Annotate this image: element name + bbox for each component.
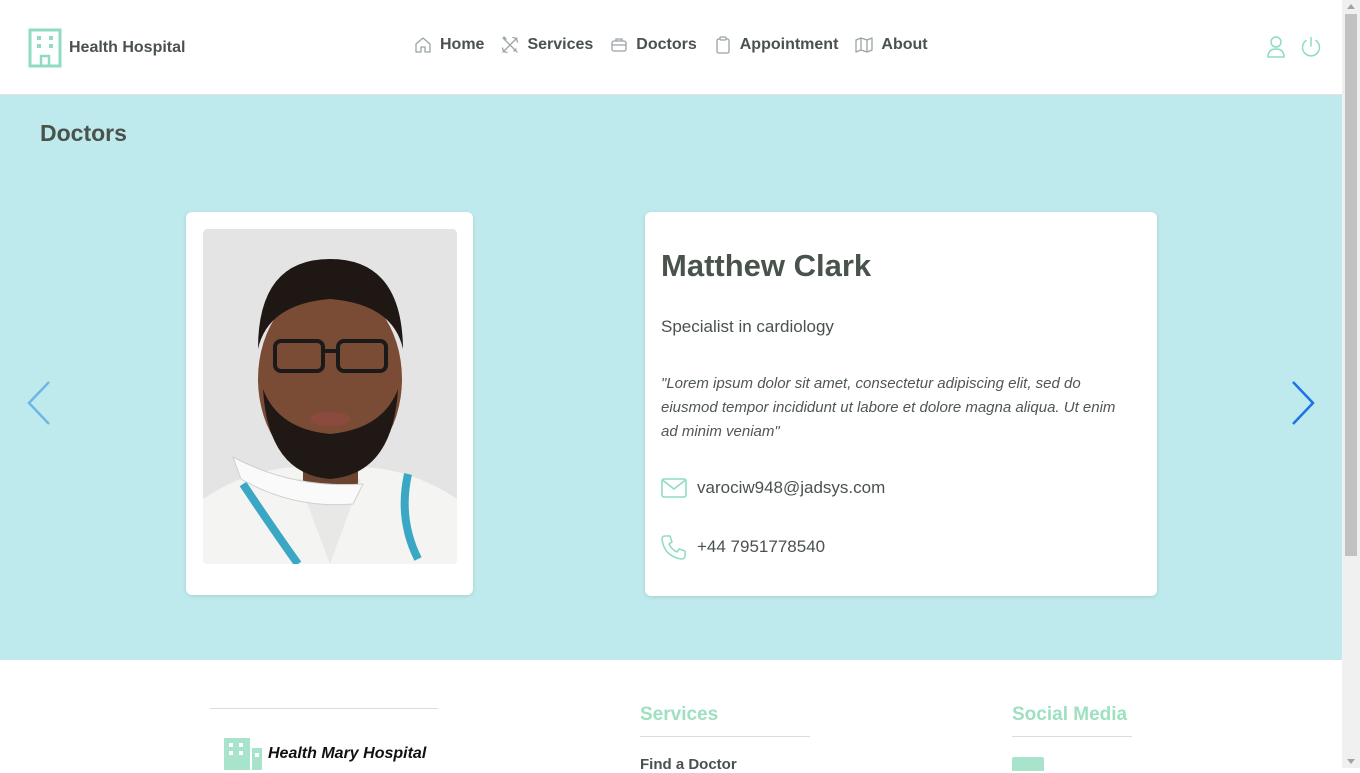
footer-services-title: Services [640, 704, 719, 725]
doctor-name: Matthew Clark [661, 248, 872, 283]
nav-doctors[interactable]: Doctors [610, 36, 697, 54]
doctor-photo-card [186, 212, 473, 595]
power-icon[interactable] [1300, 36, 1322, 58]
footer-logo[interactable]: Health Mary Hospital [224, 738, 426, 770]
footer-divider [210, 708, 438, 709]
carousel-prev-button[interactable] [26, 380, 52, 431]
footer-services-rule [640, 736, 810, 737]
hospital-building-icon [28, 28, 62, 68]
nav-label: Home [440, 36, 485, 53]
scroll-down-arrow-icon[interactable] [1347, 759, 1355, 764]
brand-name: Health Hospital [69, 39, 186, 56]
scroll-up-arrow-icon[interactable] [1347, 4, 1355, 9]
user-icon[interactable] [1266, 36, 1286, 58]
footer-social-rule [1012, 736, 1132, 737]
tools-icon [501, 36, 519, 54]
doctor-email-row[interactable]: varociw948@jadsys.com [661, 478, 885, 498]
nav-appointment[interactable]: Appointment [714, 36, 839, 54]
nav-label: Appointment [739, 36, 839, 53]
doctor-info-card: Matthew Clark Specialist in cardiology "… [645, 212, 1157, 596]
map-icon [855, 36, 874, 54]
nav-about[interactable]: About [855, 36, 928, 54]
social-icon[interactable] [1012, 757, 1044, 771]
doctor-specialty: Specialist in cardiology [661, 317, 834, 336]
chevron-left-icon [27, 381, 50, 425]
section-title: Doctors [40, 120, 127, 146]
clipboard-icon [714, 36, 732, 54]
doctor-quote: "Lorem ipsum dolor sit amet, consectetur… [661, 375, 1116, 440]
briefcase-icon [610, 36, 628, 54]
nav-label: Services [527, 36, 594, 53]
scroll-thumb[interactable] [1345, 14, 1357, 556]
nav-home[interactable]: Home [414, 36, 484, 54]
chevron-right-icon [1292, 381, 1315, 425]
footer-link-find-doctor[interactable]: Find a Doctor [640, 756, 737, 773]
site-footer: Health Mary Hospital Services Find a Doc… [0, 660, 1342, 773]
header-actions [1252, 36, 1322, 58]
main-nav: Home Services Doctors Appointment About [414, 36, 945, 54]
doctor-phone: +44 7951778540 [697, 537, 826, 556]
site-header: Health Hospital Home Services Doctors Ap… [0, 0, 1342, 95]
footer-social-title: Social Media [1012, 704, 1128, 725]
doctor-phone-row[interactable]: +44 7951778540 [661, 534, 825, 560]
footer-logo-text: Health Mary Hospital [268, 745, 427, 762]
doctor-email: varociw948@jadsys.com [697, 478, 886, 497]
carousel-next-button[interactable] [1290, 380, 1316, 431]
nav-label: About [881, 36, 928, 53]
envelope-icon [661, 478, 687, 498]
hospital-building-icon [224, 738, 262, 770]
brand-logo[interactable]: Health Hospital [28, 28, 185, 68]
nav-services[interactable]: Services [501, 36, 593, 54]
doctor-photo [203, 229, 457, 564]
home-icon [414, 36, 432, 54]
nav-label: Doctors [636, 36, 697, 53]
phone-icon [661, 534, 687, 560]
doctors-section: Doctors Matthew Clark Specialist in card… [0, 95, 1342, 660]
page-scrollbar[interactable] [1342, 0, 1360, 768]
